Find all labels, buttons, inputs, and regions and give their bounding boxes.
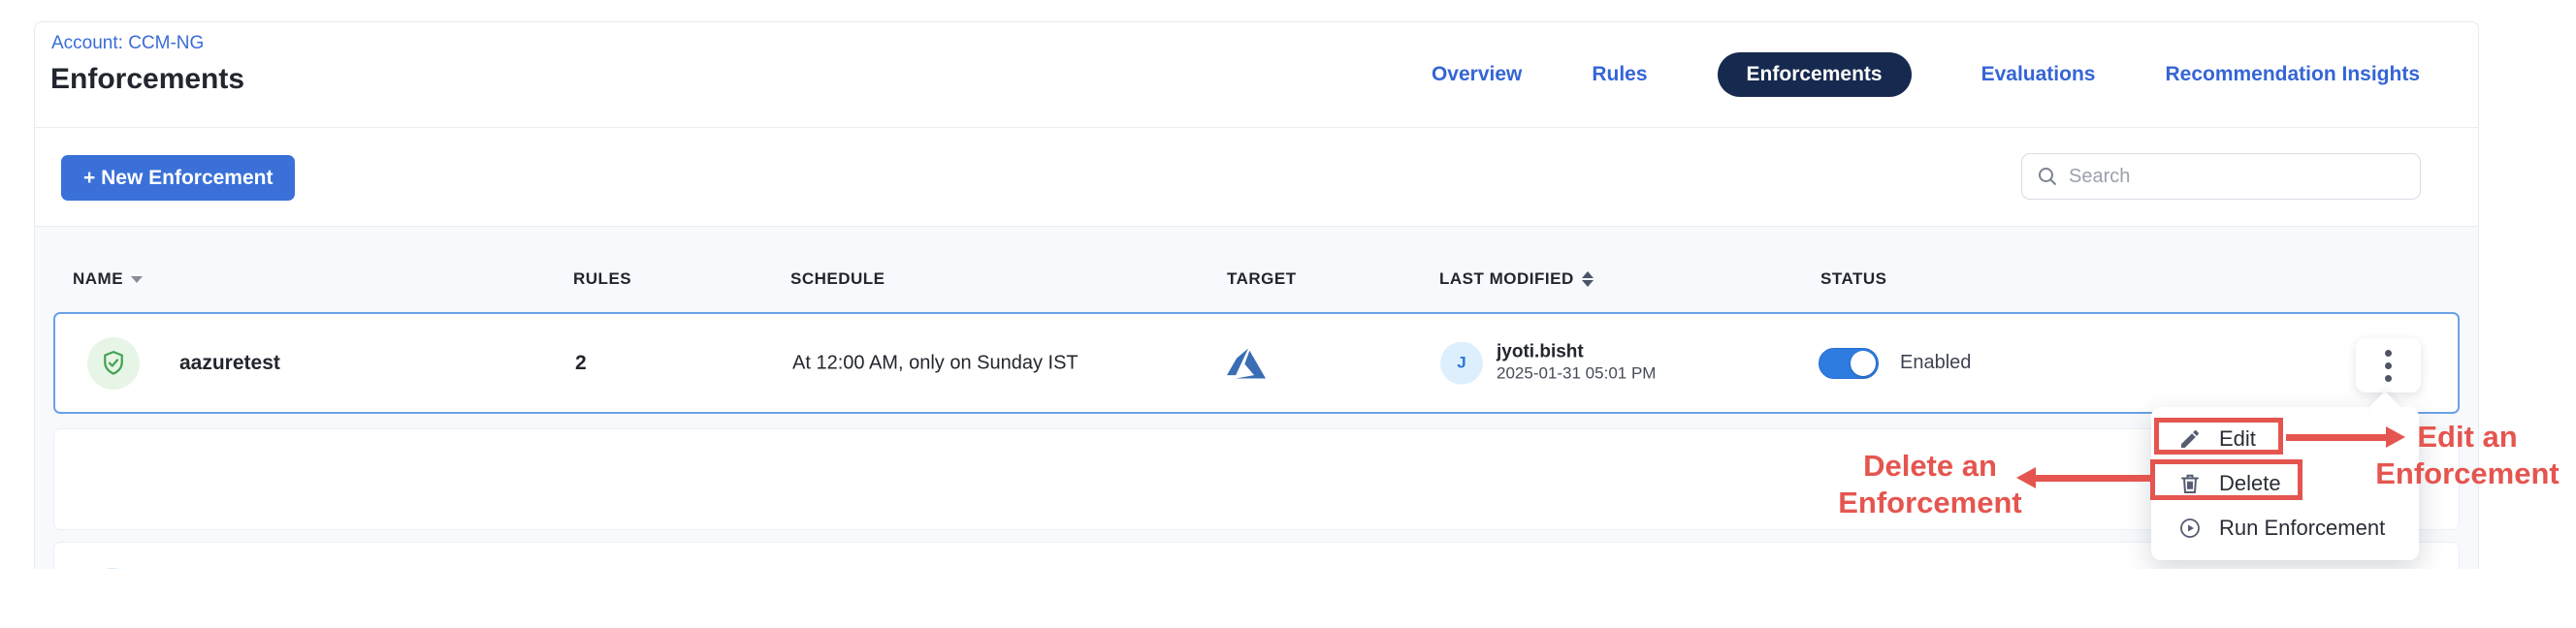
screenshot-crop-mask	[0, 569, 2576, 628]
tab-rules[interactable]: Rules	[1592, 63, 1647, 86]
modified-timestamp: 2025-01-31 05:01 PM	[1497, 363, 1656, 386]
account-breadcrumb[interactable]: Account: CCM-NG	[51, 33, 204, 54]
toggle-knob	[1851, 351, 1876, 376]
delete-arrow	[2035, 475, 2151, 482]
modified-by-user: jyoti.bisht	[1497, 340, 1656, 363]
search-box[interactable]	[2021, 153, 2421, 200]
column-header-name-label: NAME	[73, 269, 123, 289]
status-cell: Enabled	[1819, 348, 1971, 379]
tab-overview[interactable]: Overview	[1432, 63, 1522, 86]
edit-annotation-label: Edit an Enforcement	[2363, 419, 2572, 492]
enforcements-table: NAME RULES SCHEDULE TARGET LAST MODIFIED…	[35, 227, 2478, 628]
enforcement-shield-badge	[87, 337, 140, 390]
sort-both-icon	[1582, 271, 1594, 287]
delete-annotation-label: Delete an Enforcement	[1821, 448, 2039, 521]
azure-target-icon	[1227, 344, 1266, 383]
delete-highlight-box	[2150, 459, 2302, 500]
kebab-icon	[2385, 350, 2392, 357]
edit-highlight-box	[2154, 418, 2283, 455]
edit-annotation-line2: Enforcement	[2363, 455, 2572, 492]
column-header-schedule: SCHEDULE	[790, 269, 886, 289]
column-header-target: TARGET	[1227, 269, 1297, 289]
play-circle-icon	[2178, 517, 2202, 540]
avatar: J	[1440, 342, 1483, 385]
column-header-rules: RULES	[573, 269, 631, 289]
tab-enforcements[interactable]: Enforcements	[1718, 52, 1912, 97]
last-modified-cell: J jyoti.bisht 2025-01-31 05:01 PM	[1440, 340, 1656, 386]
header-divider	[35, 127, 2478, 128]
enforcement-rules-count: 2	[575, 352, 587, 375]
page-header: Account: CCM-NG Enforcements Overview Ru…	[35, 22, 2478, 127]
new-enforcement-button[interactable]: + New Enforcement	[61, 155, 295, 201]
row-actions-menu-button[interactable]	[2356, 338, 2421, 392]
column-header-status: STATUS	[1820, 269, 1886, 289]
search-icon	[2036, 165, 2059, 188]
delete-annotation-line1: Delete an	[1821, 448, 2039, 485]
tab-recommendation-insights[interactable]: Recommendation Insights	[2165, 63, 2420, 86]
enforcement-name[interactable]: aazuretest	[179, 352, 280, 375]
column-header-last-modified[interactable]: LAST MODIFIED	[1439, 269, 1594, 289]
shield-check-icon	[99, 349, 128, 378]
search-input[interactable]	[2069, 166, 2406, 188]
edit-annotation-line1: Edit an	[2363, 419, 2572, 455]
menu-item-run-label: Run Enforcement	[2219, 516, 2385, 541]
enforcement-schedule: At 12:00 AM, only on Sunday IST	[792, 352, 1079, 374]
sort-desc-icon	[131, 276, 143, 283]
tab-bar: Overview Rules Enforcements Evaluations …	[1432, 52, 2420, 97]
menu-item-run-enforcement[interactable]: Run Enforcement	[2151, 506, 2419, 550]
column-header-last-modified-label: LAST MODIFIED	[1439, 269, 1574, 289]
column-header-name[interactable]: NAME	[73, 269, 143, 289]
tab-evaluations[interactable]: Evaluations	[1981, 63, 2096, 86]
page-title: Enforcements	[50, 63, 244, 96]
status-label: Enabled	[1900, 352, 1971, 374]
status-toggle[interactable]	[1819, 348, 1879, 379]
enforcements-page: Account: CCM-NG Enforcements Overview Ru…	[0, 0, 2576, 628]
delete-annotation-line2: Enforcement	[1821, 485, 2039, 521]
page-card: Account: CCM-NG Enforcements Overview Ru…	[34, 21, 2479, 628]
table-row[interactable]: aazuretest 2 At 12:00 AM, only on Sunday…	[53, 312, 2460, 414]
